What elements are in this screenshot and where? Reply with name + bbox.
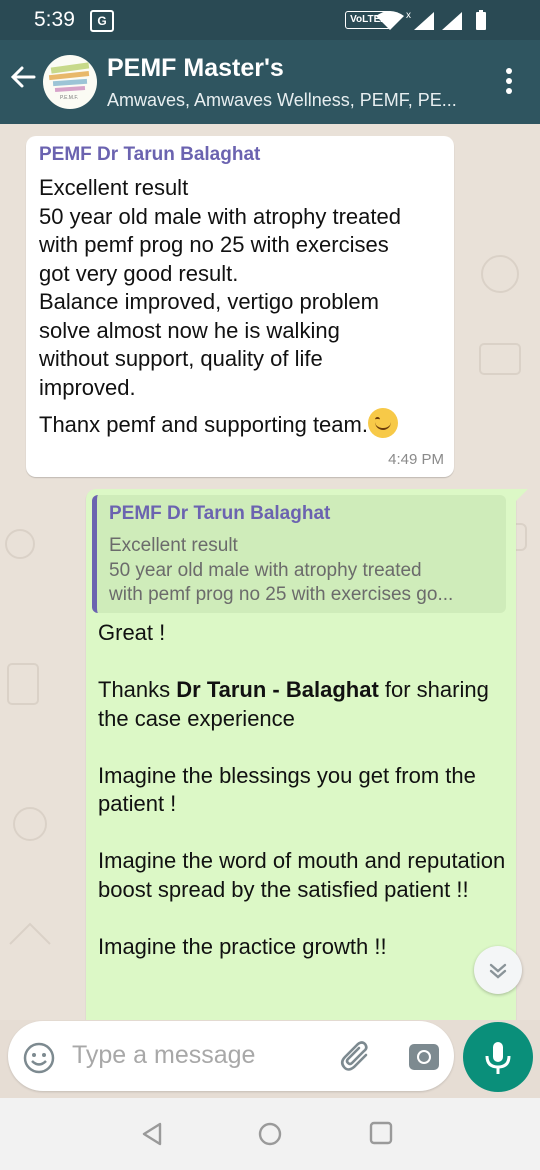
nav-back-icon[interactable] — [140, 1121, 166, 1152]
message-line: Thanx pemf and supporting team. — [39, 412, 368, 437]
incoming-message[interactable]: PEMF Dr Tarun Balaghat Excellent result … — [26, 136, 454, 477]
message-line: Balance improved, vertigo problem — [39, 289, 379, 314]
message-line: with pemf prog no 25 with exercises — [39, 232, 389, 257]
avatar-caption: P.E.M.F. — [60, 95, 79, 101]
chat-header: P.E.M.F. PEMF Master's Amwaves, Amwaves … — [0, 40, 540, 124]
message-line: solve almost now he is walking — [39, 317, 340, 343]
group-title[interactable]: PEMF Master's — [107, 54, 284, 83]
status-time: 5:39 — [34, 8, 75, 31]
status-bar: 5:39 G VoLTE2 x — [0, 0, 540, 40]
message-line: without support, quality of life — [39, 346, 323, 371]
message-paragraph: Thanks Dr Tarun - Balaghat for sharing t… — [98, 676, 508, 733]
status-icons: x — [376, 10, 506, 35]
message-composer[interactable]: Type a message — [8, 1021, 454, 1091]
message-line-last: Thanx pemf and supporting team. — [39, 408, 449, 440]
smiling-face-emoji-icon — [367, 408, 398, 438]
message-time: 4:49 PM — [388, 451, 444, 468]
signal-wifi-battery-icon: x — [376, 10, 486, 30]
bubble-tail — [514, 489, 528, 503]
message-text: Excellent result 50 year old male with a… — [39, 174, 449, 440]
quoted-line: Excellent result — [109, 535, 238, 556]
nav-home-icon[interactable] — [257, 1121, 283, 1152]
svg-text:x: x — [406, 10, 411, 21]
microphone-icon — [485, 1042, 511, 1074]
voice-message-button[interactable] — [463, 1022, 533, 1092]
quoted-sender: PEMF Dr Tarun Balaghat — [109, 503, 331, 524]
message-paragraph: Imagine the word of mouth and reputation… — [98, 848, 506, 902]
overflow-menu-icon[interactable] — [506, 68, 514, 98]
message-line: got very good result. — [39, 260, 239, 286]
quoted-message[interactable]: PEMF Dr Tarun Balaghat Excellent result … — [92, 495, 506, 613]
outgoing-message[interactable]: PEMF Dr Tarun Balaghat Excellent result … — [86, 489, 528, 1020]
back-arrow-icon[interactable] — [8, 62, 38, 97]
group-avatar[interactable]: P.E.M.F. — [43, 55, 97, 109]
quoted-line: with pemf prog no 25 with exercises go..… — [109, 584, 454, 605]
emoji-icon[interactable] — [22, 1041, 56, 1080]
camera-icon[interactable] — [408, 1043, 440, 1076]
message-line: Excellent result — [39, 175, 189, 200]
message-paragraph: Great ! — [98, 620, 166, 645]
nav-recents-icon[interactable] — [369, 1121, 393, 1150]
message-paragraph: Imagine the blessings you get from the p… — [98, 762, 476, 817]
message-paragraph: Imagine the practice growth !! — [98, 933, 387, 959]
chat-area[interactable]: PEMF Dr Tarun Balaghat Excellent result … — [0, 124, 540, 1020]
message-sender[interactable]: PEMF Dr Tarun Balaghat — [39, 144, 260, 166]
message-text: Great ! Thanks Dr Tarun - Balaghat for s… — [98, 619, 508, 990]
mentioned-name: Dr Tarun - Balaghat — [176, 677, 379, 702]
attach-paperclip-icon[interactable] — [338, 1039, 374, 1080]
message-line: improved. — [39, 374, 136, 400]
quoted-line: 50 year old male with atrophy treated — [109, 560, 422, 581]
system-nav-bar — [0, 1098, 540, 1170]
translate-icon: G — [90, 10, 114, 32]
thanks-text: Thanks — [98, 677, 177, 702]
scroll-to-bottom-button[interactable] — [474, 946, 522, 994]
double-chevron-down-icon — [489, 963, 507, 979]
message-input[interactable]: Type a message — [72, 1041, 255, 1070]
group-members[interactable]: Amwaves, Amwaves Wellness, PEMF, PE... — [107, 90, 457, 111]
message-line: 50 year old male with atrophy treated — [39, 203, 401, 229]
